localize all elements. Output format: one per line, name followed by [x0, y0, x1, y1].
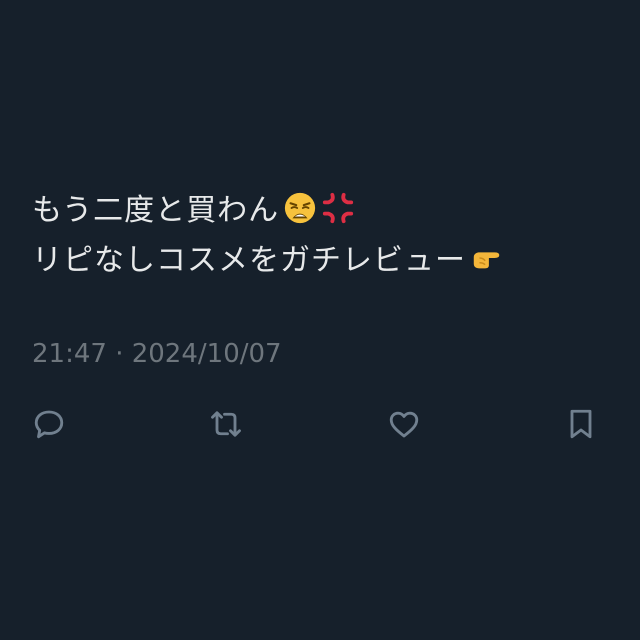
like-icon	[389, 411, 419, 438]
retweet-icon	[211, 411, 241, 437]
tweet-text-line-2: リピなしコスメをガチレビュー	[32, 236, 622, 286]
retweet-button[interactable]	[202, 400, 250, 448]
weary-face-emoji	[284, 192, 316, 223]
bookmark-button[interactable]	[557, 400, 605, 448]
tweet-card: もう二度と買わん リピなしコスメをガチレビュー 21:47 · 2024/10/…	[0, 0, 640, 640]
pointing-right-emoji	[473, 251, 500, 268]
tweet-text-line-1-content: もう二度と買わん	[32, 193, 280, 228]
tweet-text-line-2-content: リピなしコスメをガチレビュー	[32, 243, 466, 278]
tweet-text: もう二度と買わん リピなしコスメをガチレビュー	[32, 186, 622, 286]
reply-button[interactable]	[25, 400, 73, 448]
tweet-timestamp[interactable]: 21:47 · 2024/10/07	[32, 336, 282, 372]
reply-icon	[34, 410, 64, 439]
tweet-actions-bar	[0, 400, 640, 448]
anger-symbol-emoji	[322, 192, 354, 223]
bookmark-icon	[570, 409, 592, 439]
like-button[interactable]	[380, 400, 428, 448]
tweet-text-line-1: もう二度と買わん	[32, 186, 622, 236]
